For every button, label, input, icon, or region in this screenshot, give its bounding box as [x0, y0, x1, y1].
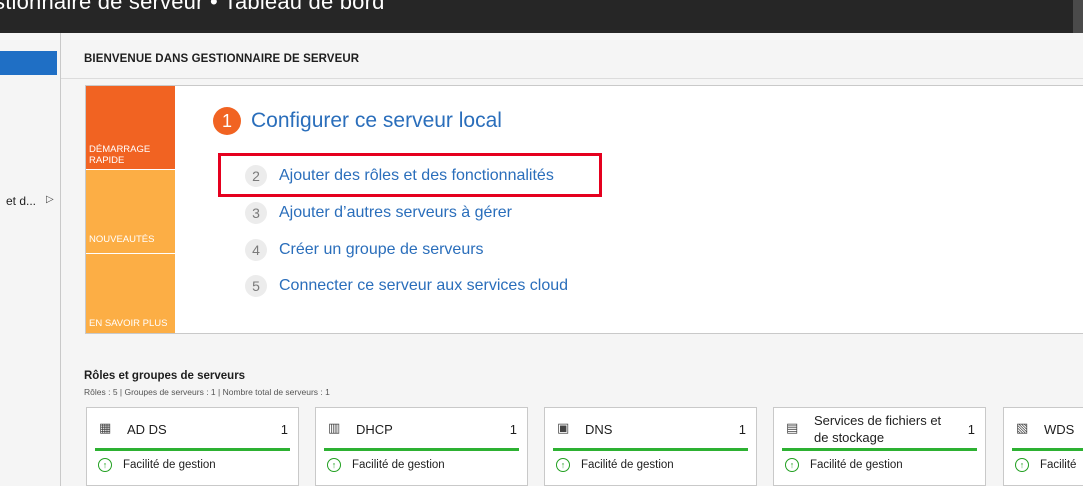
- add-other-servers-label: Ajouter d’autres serveurs à gérer: [279, 204, 512, 221]
- manageability-label[interactable]: Facilité de gestion: [581, 459, 674, 471]
- tile-whats-new-label: NOUVEAUTÉS: [89, 234, 155, 245]
- dns-icon: ▣: [557, 420, 570, 435]
- roles-summary: Rôles : 5 | Groupes de serveurs : 1 | No…: [84, 387, 330, 397]
- window-title: stionnaire de serveur • Tableau de bord: [0, 0, 385, 14]
- up-arrow-icon: ↑: [1015, 458, 1029, 472]
- role-name: WDS: [1044, 422, 1075, 437]
- tile-learn-more[interactable]: EN SAVOIR PLUS: [86, 254, 175, 333]
- tile-learn-more-label: EN SAVOIR PLUS: [89, 318, 168, 329]
- step-number-3: 3: [245, 202, 267, 224]
- title-bar: stionnaire de serveur • Tableau de bord: [0, 0, 1083, 33]
- connect-cloud-services-link[interactable]: 5 Connecter ce serveur aux services clou…: [245, 275, 568, 297]
- role-count: 1: [738, 422, 746, 437]
- role-status-bar: [324, 448, 519, 451]
- nav-item-selected[interactable]: [0, 51, 57, 75]
- ad-ds-icon: ▦: [99, 420, 112, 435]
- role-count: 1: [967, 422, 975, 437]
- step-number-2: 2: [245, 165, 267, 187]
- role-name: Services de fichiers et de stockage: [814, 413, 942, 445]
- role-card-dhcp[interactable]: ▥ DHCP 1 ↑ Facilité de gestion: [315, 407, 528, 486]
- dhcp-icon: ▥: [328, 420, 341, 435]
- add-other-servers-link[interactable]: 3 Ajouter d’autres serveurs à gérer: [245, 202, 512, 224]
- connect-cloud-services-label: Connecter ce serveur aux services cloud: [279, 277, 569, 294]
- up-arrow-icon: ↑: [556, 458, 570, 472]
- manageability-label[interactable]: Facilité de gestion: [123, 459, 216, 471]
- quick-start-panel: DÉMARRAGE RAPIDE NOUVEAUTÉS EN SAVOIR PL…: [85, 85, 1083, 334]
- up-arrow-icon: ↑: [785, 458, 799, 472]
- role-name: DNS: [585, 422, 613, 437]
- welcome-title: BIENVENUE DANS GESTIONNAIRE DE SERVEUR: [84, 53, 360, 65]
- role-card-file-storage[interactable]: ▤ Services de fichiers et de stockage 1 …: [773, 407, 986, 486]
- role-card-dns[interactable]: ▣ DNS 1 ↑ Facilité de gestion: [544, 407, 757, 486]
- role-card-wds[interactable]: ▧ WDS ↑ Facilité: [1003, 407, 1083, 486]
- divider: [61, 78, 1083, 79]
- add-roles-features-link[interactable]: 2 Ajouter des rôles et des fonctionnalit…: [245, 165, 554, 187]
- step-number-1: 1: [213, 107, 241, 135]
- role-status-bar: [782, 448, 977, 451]
- step-number-5: 5: [245, 275, 267, 297]
- role-name: DHCP: [356, 422, 393, 437]
- role-name: AD DS: [127, 422, 167, 437]
- file-storage-icon: ▤: [786, 420, 799, 435]
- up-arrow-icon: ↑: [98, 458, 112, 472]
- role-status-bar: [95, 448, 290, 451]
- role-status-bar: [553, 448, 748, 451]
- create-server-group-link[interactable]: 4 Créer un groupe de serveurs: [245, 239, 484, 261]
- nav-item-label[interactable]: et d...: [6, 194, 36, 208]
- manageability-label[interactable]: Facilité de gestion: [810, 459, 903, 471]
- role-status-bar: [1012, 448, 1083, 451]
- role-count: 1: [509, 422, 517, 437]
- up-arrow-icon: ↑: [327, 458, 341, 472]
- step-number-4: 4: [245, 239, 267, 261]
- left-navigation: et d... ▷: [0, 33, 61, 486]
- roles-section-title: Rôles et groupes de serveurs: [84, 370, 246, 382]
- configure-local-server-link[interactable]: 1 Configurer ce serveur local: [213, 107, 502, 135]
- tile-quick-start[interactable]: DÉMARRAGE RAPIDE: [86, 86, 175, 169]
- dashboard-main: BIENVENUE DANS GESTIONNAIRE DE SERVEUR D…: [61, 33, 1083, 486]
- tile-whats-new[interactable]: NOUVEAUTÉS: [86, 170, 175, 253]
- add-roles-features-label: Ajouter des rôles et des fonctionnalités: [279, 167, 554, 184]
- manageability-label[interactable]: Facilité: [1040, 459, 1076, 471]
- title-bar-edge: [1073, 0, 1083, 33]
- wds-icon: ▧: [1016, 420, 1029, 435]
- create-server-group-label: Créer un groupe de serveurs: [279, 241, 484, 258]
- expand-arrow-icon[interactable]: ▷: [46, 194, 54, 205]
- role-card-ad-ds[interactable]: ▦ AD DS 1 ↑ Facilité de gestion: [86, 407, 299, 486]
- role-count: 1: [280, 422, 288, 437]
- tile-quick-start-label: DÉMARRAGE RAPIDE: [89, 144, 151, 166]
- manageability-label[interactable]: Facilité de gestion: [352, 459, 445, 471]
- configure-local-server-label: Configurer ce serveur local: [251, 109, 502, 132]
